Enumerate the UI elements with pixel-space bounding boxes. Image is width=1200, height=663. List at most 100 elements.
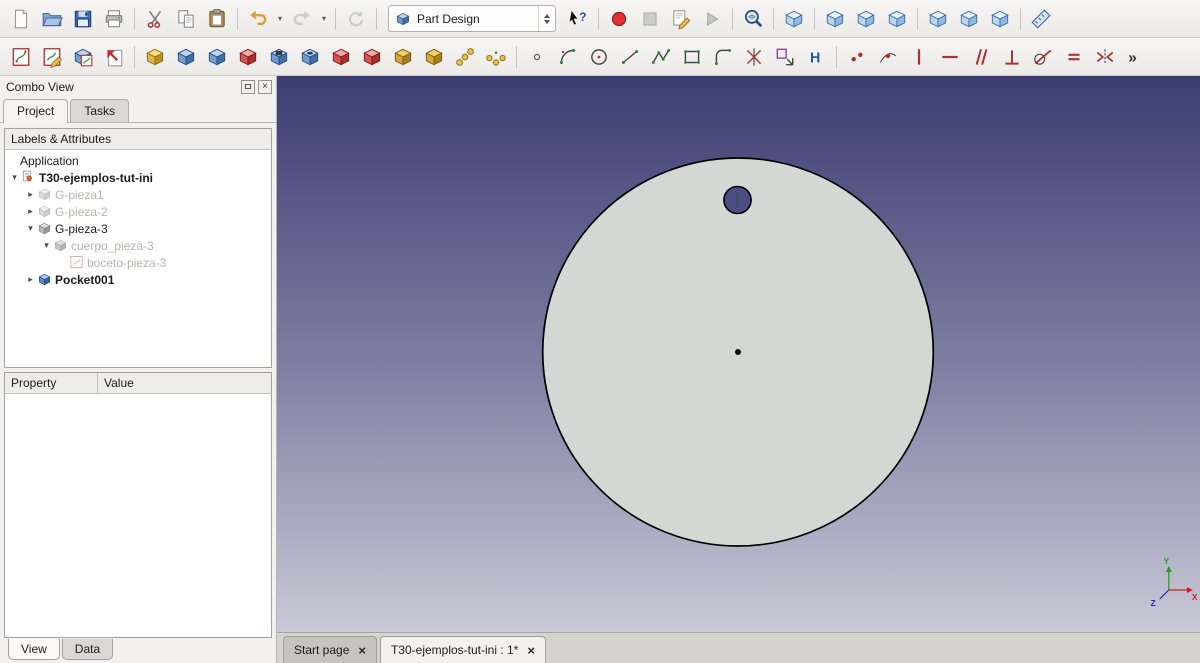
polar-pattern-button[interactable] — [481, 42, 511, 72]
constraint-point-on-object-button[interactable] — [873, 42, 903, 72]
top-view-button[interactable] — [851, 4, 881, 34]
macro-execute-button[interactable] — [697, 4, 727, 34]
map-sketch-button[interactable] — [68, 42, 98, 72]
refresh-button[interactable] — [341, 4, 371, 34]
create-sketch-button[interactable] — [6, 42, 36, 72]
refresh-icon — [345, 8, 367, 30]
sketch-line-button[interactable] — [615, 42, 645, 72]
sketch-trim-button[interactable] — [739, 42, 769, 72]
macro-stop-button[interactable] — [635, 4, 665, 34]
tab-tasks[interactable]: Tasks — [70, 99, 129, 122]
close-tab-icon[interactable]: × — [358, 644, 366, 657]
document-tab-t30-ejemplos-tut-ini-1-[interactable]: T30-ejemplos-tut-ini : 1*× — [380, 636, 546, 663]
carbon-copy-button[interactable]: H — [801, 42, 831, 72]
constraint-perpendicular-button[interactable] — [997, 42, 1027, 72]
hole-button[interactable] — [295, 42, 325, 72]
constraint-coincident-button[interactable] — [842, 42, 872, 72]
sketch-arc-button[interactable] — [553, 42, 583, 72]
front-view-button[interactable] — [820, 4, 850, 34]
constraint-vertical-button[interactable] — [904, 42, 934, 72]
close-panel-icon[interactable]: × — [258, 80, 272, 94]
left-view-button[interactable] — [985, 4, 1015, 34]
disc-center-point[interactable] — [735, 349, 741, 355]
fillet-button[interactable] — [388, 42, 418, 72]
constraint-horizontal-button[interactable] — [935, 42, 965, 72]
tree-item-g-pieza-3[interactable]: ▾G-pieza-3 — [5, 220, 271, 237]
float-panel-icon[interactable] — [241, 80, 255, 94]
undo-button[interactable] — [243, 4, 273, 34]
expand-arrow-icon[interactable]: ▾ — [25, 223, 36, 234]
constraint-parallel-button[interactable] — [966, 42, 996, 72]
additive-pipe-button[interactable] — [233, 42, 263, 72]
tree-item-boceto-pieza-3[interactable]: boceto-pieza-3 — [5, 254, 271, 271]
redo-dropdown-caret[interactable]: ▾ — [318, 4, 330, 34]
redo-button[interactable] — [287, 4, 317, 34]
subtractive-pipe-button[interactable] — [357, 42, 387, 72]
con-symmetric-icon — [1094, 46, 1116, 68]
property-column-header[interactable]: Property — [5, 373, 98, 393]
pocket-button[interactable] — [264, 42, 294, 72]
toolbar-overflow-button[interactable]: » — [1121, 42, 1151, 72]
constraint-tangent-button[interactable] — [1028, 42, 1058, 72]
leave-sketch-button[interactable] — [99, 42, 129, 72]
additive-loft-button[interactable] — [202, 42, 232, 72]
tab-view[interactable]: View — [8, 639, 60, 660]
undo-dropdown-caret[interactable]: ▾ — [274, 4, 286, 34]
axonometric-view-button[interactable] — [779, 4, 809, 34]
collapse-arrow-icon[interactable]: ▸ — [25, 189, 36, 200]
macro-record-button[interactable] — [604, 4, 634, 34]
value-column-header[interactable]: Value — [98, 373, 140, 393]
groove-button[interactable] — [326, 42, 356, 72]
paste-button[interactable] — [202, 4, 232, 34]
collapse-arrow-icon[interactable]: ▸ — [25, 206, 36, 217]
chamfer-button[interactable] — [419, 42, 449, 72]
sketch-leave-icon — [103, 46, 125, 68]
sketch-circle-button[interactable] — [584, 42, 614, 72]
workbench-selector[interactable]: Part Design — [388, 5, 556, 32]
external-geometry-button[interactable] — [770, 42, 800, 72]
measure-distance-button[interactable] — [1026, 4, 1056, 34]
tree-item-t30-ejemplos-tut-ini[interactable]: ▾T30-ejemplos-tut-ini — [5, 169, 271, 186]
rear-view-button[interactable] — [923, 4, 953, 34]
bottom-view-button[interactable] — [954, 4, 984, 34]
toolbar-separator — [732, 8, 733, 30]
macro-edit-button[interactable] — [666, 4, 696, 34]
tree-item-pocket001[interactable]: ▸Pocket001 — [5, 271, 271, 288]
combobox-spinner-icon[interactable] — [538, 6, 555, 31]
tab-data[interactable]: Data — [62, 639, 113, 660]
3d-viewport[interactable]: Y X Z — [277, 76, 1200, 632]
close-tab-icon[interactable]: × — [527, 644, 535, 657]
sketch-rectangle-button[interactable] — [677, 42, 707, 72]
cut-button[interactable] — [140, 4, 170, 34]
save-document-button[interactable] — [68, 4, 98, 34]
sketch-point-button[interactable] — [522, 42, 552, 72]
right-view-button[interactable] — [882, 4, 912, 34]
tree-item-cuerpo-pieza-3[interactable]: ▾cuerpo_pieza-3 — [5, 237, 271, 254]
collapse-arrow-icon[interactable]: ▸ — [25, 274, 36, 285]
open-document-button[interactable] — [37, 4, 67, 34]
tab-project[interactable]: Project — [3, 99, 68, 123]
linear-pattern-button[interactable] — [450, 42, 480, 72]
cube-gold-icon — [392, 46, 414, 68]
edit-sketch-button[interactable] — [37, 42, 67, 72]
tree-item-g-pieza-2[interactable]: ▸G-pieza-2 — [5, 203, 271, 220]
cube-yellow-icon — [144, 46, 166, 68]
new-document-button[interactable] — [6, 4, 36, 34]
fit-all-button[interactable] — [738, 4, 768, 34]
print-button[interactable] — [99, 4, 129, 34]
constraint-symmetric-button[interactable] — [1090, 42, 1120, 72]
property-editor-body[interactable] — [5, 394, 271, 637]
revolution-button[interactable] — [171, 42, 201, 72]
expand-arrow-icon[interactable]: ▾ — [9, 172, 20, 183]
constraint-equal-button[interactable] — [1059, 42, 1089, 72]
document-tab-start-page[interactable]: Start page× — [283, 636, 377, 663]
sketch-fillet-button[interactable] — [708, 42, 738, 72]
pad-button[interactable] — [140, 42, 170, 72]
3d-scene[interactable]: Y X Z — [277, 76, 1200, 632]
whats-this-button[interactable]: ? — [563, 4, 593, 34]
expand-arrow-icon[interactable]: ▾ — [41, 240, 52, 251]
sketch-polyline-button[interactable] — [646, 42, 676, 72]
tree-item-g-pieza1[interactable]: ▸G-pieza1 — [5, 186, 271, 203]
copy-button[interactable] — [171, 4, 201, 34]
tree-item-application[interactable]: Application — [5, 152, 271, 169]
